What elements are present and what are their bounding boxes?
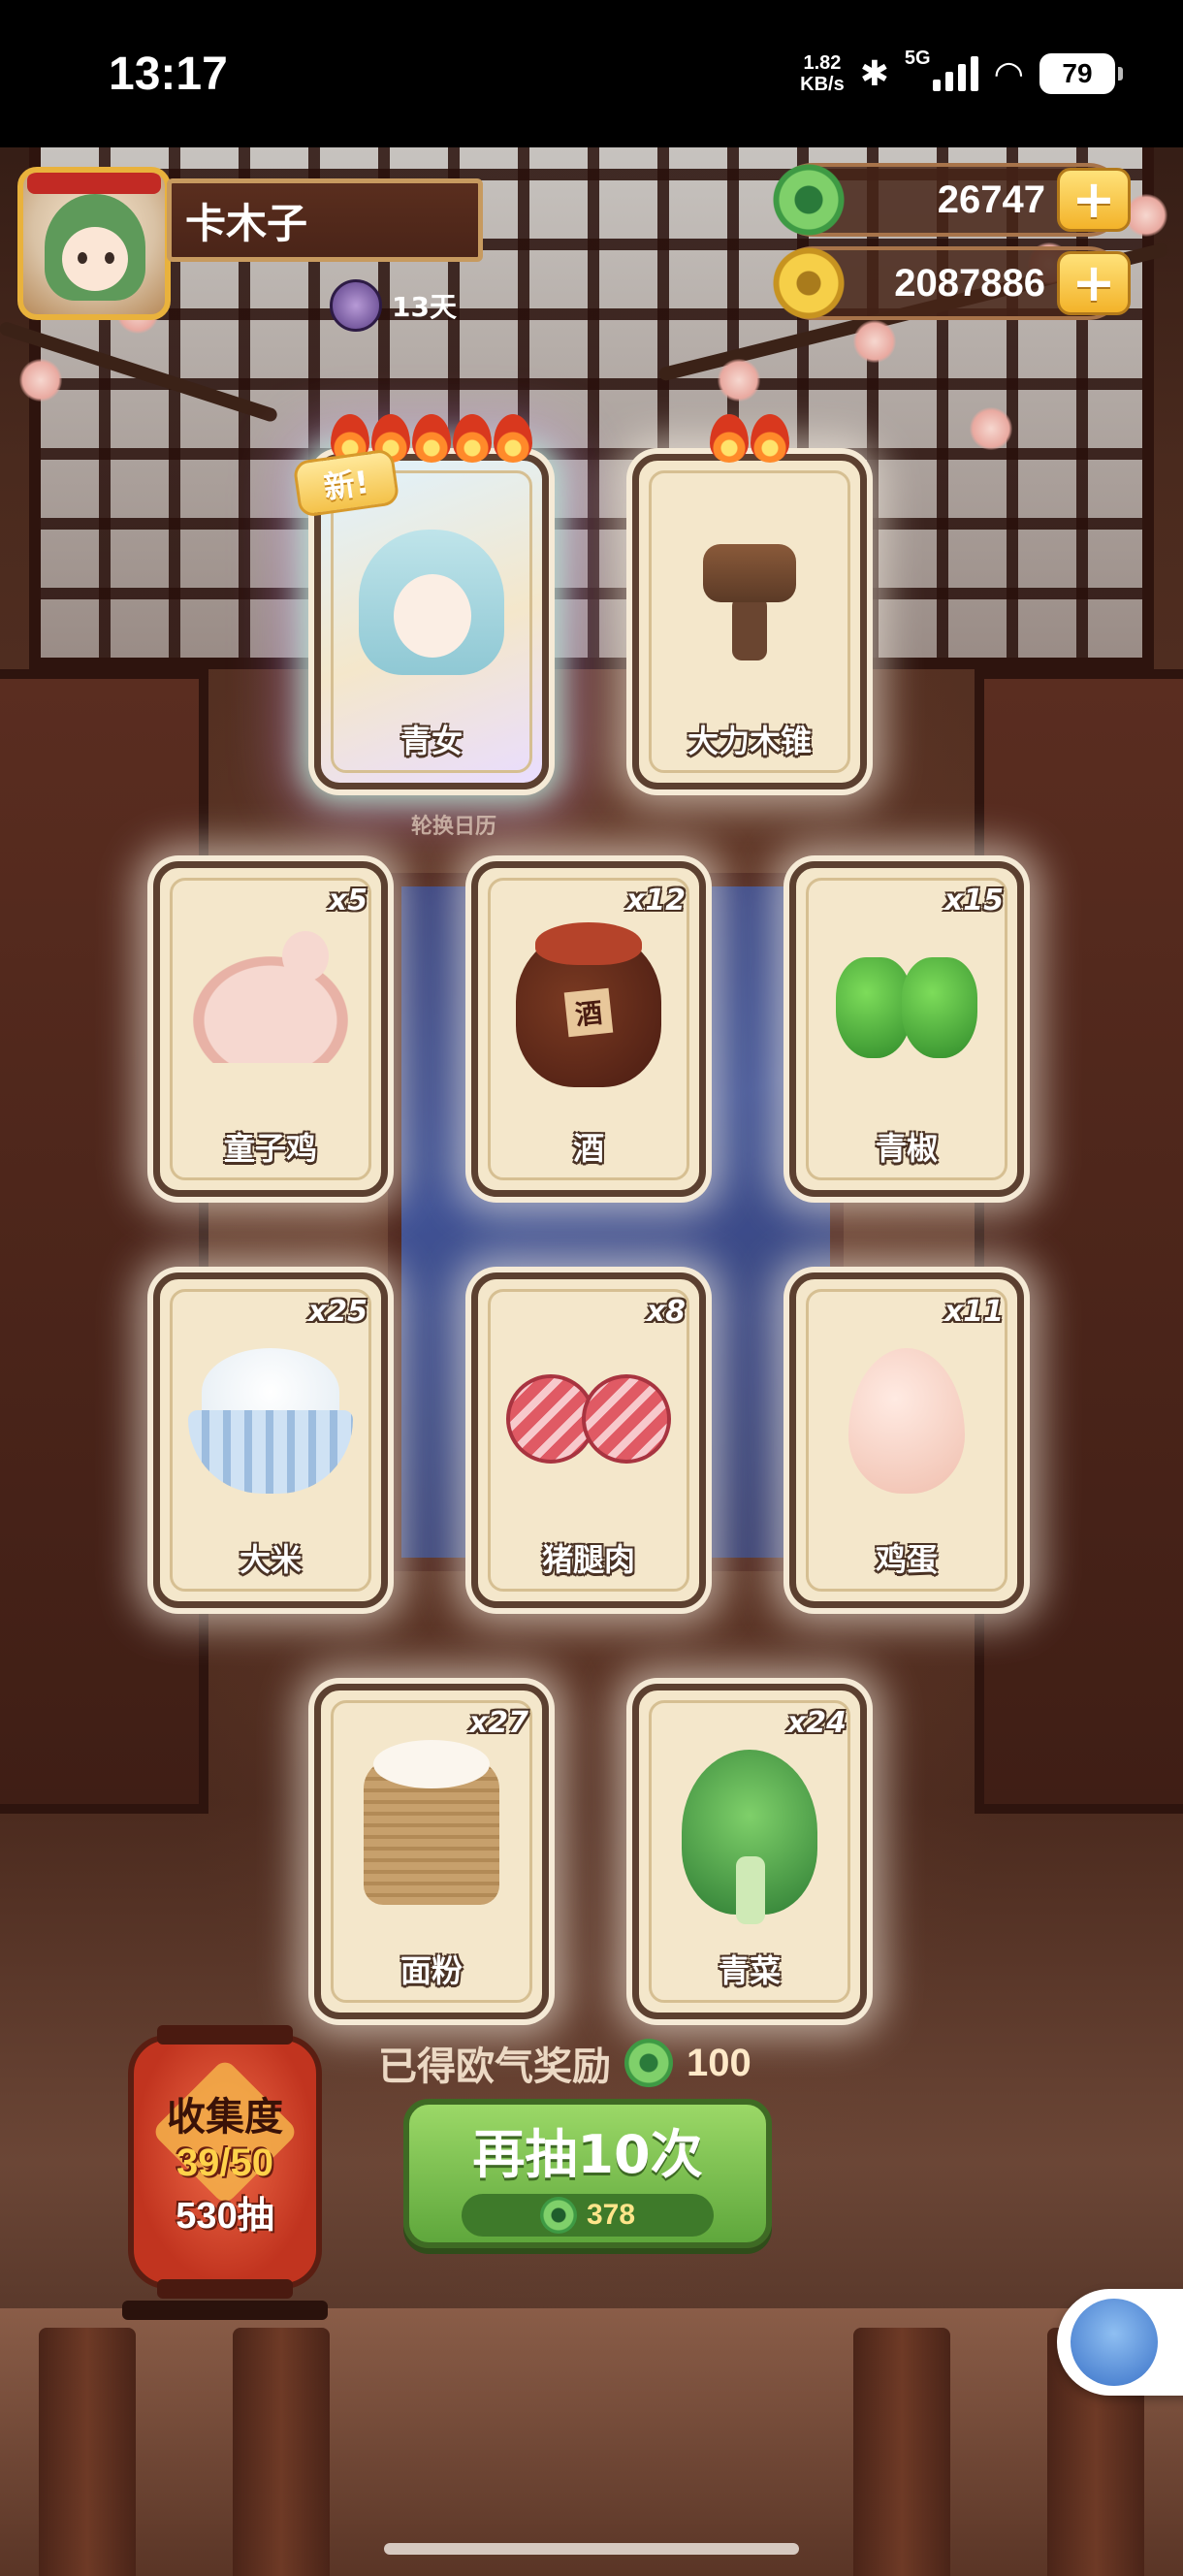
collection-draws: 530抽 bbox=[176, 2196, 274, 2237]
luck-reward: 已得欧气奖励 100 bbox=[378, 2035, 751, 2091]
flame-icon bbox=[710, 414, 749, 463]
status-icons: 1.82 KB/s ✱ 5G ◠ 79 bbox=[800, 48, 1123, 95]
assistant-avatar-icon bbox=[1071, 2299, 1158, 2386]
bok-choy-icon bbox=[682, 1750, 817, 1925]
card-label: 青菜 bbox=[718, 1952, 781, 1989]
player-avatar[interactable] bbox=[17, 167, 171, 320]
left-door bbox=[0, 669, 208, 1814]
blossom bbox=[19, 359, 62, 402]
reward-amount: 100 bbox=[687, 2041, 751, 2084]
companion-icon bbox=[330, 279, 382, 332]
railing-post bbox=[39, 2328, 136, 2576]
card-label: 猪腿肉 bbox=[541, 1541, 635, 1578]
chicken-icon bbox=[193, 931, 348, 1064]
card-count: x24 bbox=[786, 1706, 847, 1740]
floating-assistant-button[interactable] bbox=[1057, 2289, 1183, 2396]
lantern-stand bbox=[122, 2301, 328, 2320]
card-qingnv[interactable]: 新! 青女 bbox=[292, 414, 549, 789]
card-chicken[interactable]: x5 童子鸡 bbox=[153, 861, 388, 1197]
card-count: x15 bbox=[943, 884, 1004, 918]
railing-post bbox=[233, 2328, 330, 2576]
calendar-caption: 轮换日历 bbox=[411, 815, 497, 839]
home-indicator[interactable] bbox=[384, 2543, 799, 2555]
collection-progress: 39/50 bbox=[176, 2141, 274, 2184]
card-count: x5 bbox=[328, 884, 368, 918]
blossom bbox=[853, 320, 896, 363]
character-art bbox=[359, 530, 504, 676]
flame-icon bbox=[494, 414, 532, 463]
avatar-eye bbox=[78, 252, 87, 264]
card-count: x25 bbox=[307, 1295, 368, 1329]
rarity-flames bbox=[639, 414, 860, 463]
network-speed: 1.82 KB/s bbox=[800, 52, 845, 95]
card-mallet[interactable]: 大力木锥 bbox=[632, 414, 867, 789]
draw-cost-amount: 378 bbox=[586, 2198, 636, 2231]
flame-icon bbox=[751, 414, 789, 463]
jade-currency: 26747 + bbox=[772, 163, 1131, 237]
card-egg[interactable]: x11 鸡蛋 bbox=[789, 1272, 1024, 1608]
card-label: 面粉 bbox=[400, 1952, 463, 1989]
jade-icon bbox=[539, 2196, 577, 2234]
login-days[interactable]: 13天 bbox=[330, 279, 457, 332]
mallet-icon bbox=[703, 544, 796, 661]
card-count: x8 bbox=[646, 1295, 686, 1329]
card-label: 大力木锥 bbox=[687, 723, 812, 759]
card-label: 鸡蛋 bbox=[875, 1541, 938, 1578]
card-count: x11 bbox=[943, 1295, 1004, 1329]
wine-jar-icon bbox=[516, 922, 661, 1088]
card-count: x27 bbox=[468, 1706, 528, 1740]
card-greens[interactable]: x24 青菜 bbox=[632, 1684, 867, 2019]
card-count: x12 bbox=[625, 884, 686, 918]
draw-10-button[interactable]: 再抽10次 378 bbox=[403, 2099, 772, 2248]
avatar-badge bbox=[27, 173, 161, 194]
green-pepper-icon bbox=[836, 957, 977, 1062]
jade-icon bbox=[624, 2039, 673, 2087]
rice-bowl-icon bbox=[188, 1348, 353, 1495]
flame-icon bbox=[453, 414, 492, 463]
reward-label: 已得欧气奖励 bbox=[378, 2045, 611, 2089]
card-rice[interactable]: x25 大米 bbox=[153, 1272, 388, 1608]
card-pork-leg[interactable]: x8 猪腿肉 bbox=[471, 1272, 706, 1608]
card-label: 青椒 bbox=[875, 1130, 938, 1167]
railing-post bbox=[853, 2328, 950, 2576]
draw-cost: 378 bbox=[462, 2193, 714, 2237]
avatar-face bbox=[62, 227, 128, 291]
add-jade-button[interactable]: + bbox=[1057, 168, 1131, 232]
jade-icon bbox=[772, 163, 846, 237]
coin-currency: 2087886 + bbox=[772, 246, 1131, 320]
clock: 13:17 bbox=[109, 48, 228, 100]
player-name[interactable]: 卡木子 bbox=[167, 178, 483, 262]
draw-button-label: 再抽10次 bbox=[472, 2123, 703, 2185]
network-type: 5G bbox=[904, 47, 931, 69]
card-label: 青女 bbox=[400, 723, 463, 759]
blossom bbox=[1125, 194, 1167, 237]
floor bbox=[0, 2308, 1183, 2576]
card-label: 大米 bbox=[239, 1541, 302, 1578]
coin-icon bbox=[772, 246, 846, 320]
pork-icon bbox=[506, 1374, 671, 1467]
card-wine[interactable]: x12 酒 bbox=[471, 861, 706, 1197]
card-flour[interactable]: x27 面粉 bbox=[314, 1684, 549, 2019]
collection-lantern[interactable]: 收集度 39/50 530抽 bbox=[128, 2025, 322, 2299]
add-coins-button[interactable]: + bbox=[1057, 251, 1131, 315]
card-pepper[interactable]: x15 青椒 bbox=[789, 861, 1024, 1197]
blossom bbox=[718, 359, 760, 402]
flour-sack-icon bbox=[364, 1740, 499, 1906]
card-label: 酒 bbox=[572, 1130, 604, 1167]
wifi-icon: ◠ bbox=[993, 53, 1024, 94]
right-door bbox=[975, 669, 1183, 1814]
egg-icon bbox=[848, 1348, 965, 1495]
bluetooth-icon: ✱ bbox=[859, 53, 889, 94]
blossom bbox=[970, 407, 1012, 450]
status-bar: 13:17 1.82 KB/s ✱ 5G ◠ 79 bbox=[0, 0, 1183, 147]
collection-label: 收集度 bbox=[167, 2095, 283, 2140]
flame-icon bbox=[412, 414, 451, 463]
battery-indicator: 79 bbox=[1039, 53, 1123, 94]
avatar-eye bbox=[105, 252, 114, 264]
days-count: 13天 bbox=[392, 291, 457, 323]
signal-icon bbox=[932, 56, 978, 91]
card-label: 童子鸡 bbox=[223, 1130, 317, 1167]
